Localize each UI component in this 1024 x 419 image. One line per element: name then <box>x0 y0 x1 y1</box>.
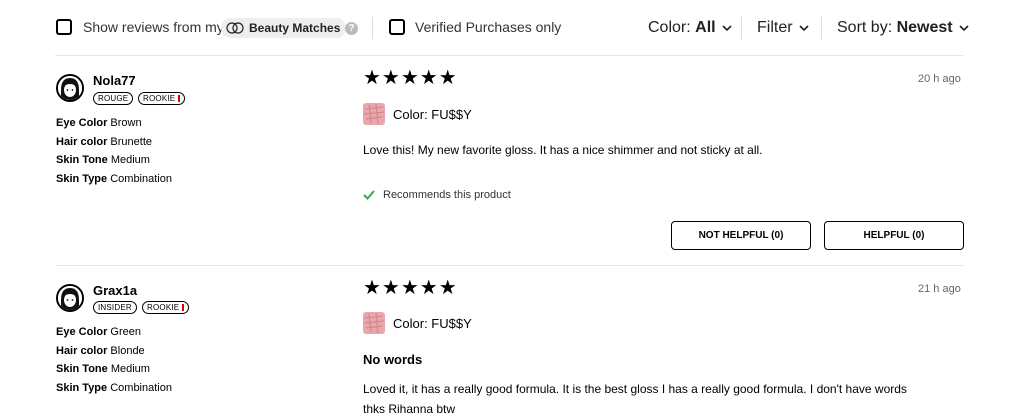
divider <box>821 17 822 39</box>
show-reviews-label: Show reviews from my <box>83 19 224 35</box>
not-helpful-button[interactable]: NOT HELPFUL (0) <box>671 221 811 250</box>
beauty-matches-icon <box>226 22 244 34</box>
color-value: All <box>695 19 716 36</box>
verified-purchases-checkbox[interactable] <box>389 19 405 35</box>
sort-value: Newest <box>896 19 953 36</box>
attribute-skin-tone: Skin Tone Medium <box>56 363 150 375</box>
color-prefix: Color: <box>648 19 691 36</box>
badge-label: ROOKIE <box>143 94 176 103</box>
color-swatch <box>363 103 385 125</box>
help-icon[interactable]: ? <box>345 22 358 35</box>
username[interactable]: Nola77 <box>93 73 136 88</box>
review-text-line-1: Loved it, it has a really good formula. … <box>363 382 907 396</box>
badge-label: INSIDER <box>98 303 132 312</box>
avatar <box>56 74 84 102</box>
attribute-eye-color: Eye Color Green <box>56 326 141 338</box>
sort-dropdown[interactable]: Sort by: Newest <box>837 19 969 37</box>
divider <box>741 17 742 39</box>
badge-rouge: ROUGE <box>93 92 134 105</box>
color-dropdown[interactable]: Color: All <box>648 19 732 37</box>
review-time: 20 h ago <box>918 73 961 85</box>
divider <box>55 265 964 266</box>
divider <box>372 17 373 39</box>
attribute-eye-color: Eye Color Brown <box>56 117 142 129</box>
star-rating: ★★★★★ <box>363 277 458 299</box>
attribute-skin-type: Skin Type Combination <box>56 172 172 185</box>
attribute-skin-type: Skin Type Combination <box>56 381 172 394</box>
badge-rookie: ROOKIE <box>138 92 186 105</box>
chevron-down-icon <box>959 25 969 31</box>
beauty-matches-pill[interactable]: Beauty Matches <box>221 18 347 38</box>
attribute-hair-color: Hair color Brunette <box>56 135 153 148</box>
recommends-text: Recommends this product <box>383 189 511 201</box>
reviewer-attributes: Eye Color Brown Hair color Brunette Skin… <box>56 114 172 188</box>
beauty-matches-label: Beauty Matches <box>249 21 341 35</box>
user-avatar-icon <box>58 76 82 100</box>
chevron-down-icon <box>722 25 732 31</box>
review-color: Color: FU$$Y <box>393 107 472 122</box>
username[interactable]: Grax1a <box>93 283 137 298</box>
attribute-skin-tone: Skin Tone Medium <box>56 154 150 166</box>
verified-purchases-label: Verified Purchases only <box>415 19 562 35</box>
review-time: 21 h ago <box>918 283 961 295</box>
filter-dropdown[interactable]: Filter <box>757 19 809 37</box>
reviewer-attributes: Eye Color Green Hair color Blonde Skin T… <box>56 323 172 397</box>
badge-label: ROUGE <box>98 94 129 103</box>
review-text-line-2: thks Rihanna btw <box>363 402 456 416</box>
badge-label: ROOKIE <box>147 303 180 312</box>
badge-rookie: ROOKIE <box>142 301 190 314</box>
star-rating: ★★★★★ <box>363 67 458 89</box>
swatch-texture <box>363 312 385 334</box>
badge-insider: INSIDER <box>93 301 137 314</box>
review-color: Color: FU$$Y <box>393 316 472 331</box>
color-swatch <box>363 312 385 334</box>
helpful-button[interactable]: HELPFUL (0) <box>824 221 964 250</box>
filter-label: Filter <box>757 19 793 36</box>
review-headline: No words <box>363 352 423 367</box>
user-avatar-icon <box>58 286 82 310</box>
chevron-down-icon <box>798 25 809 31</box>
swatch-texture <box>363 103 385 125</box>
sort-prefix: Sort by: <box>837 19 893 36</box>
avatar <box>56 284 84 312</box>
review-text: Love this! My new favorite gloss. It has… <box>363 143 763 157</box>
check-icon <box>363 190 375 200</box>
attribute-hair-color: Hair color Blonde <box>56 344 145 357</box>
divider <box>55 55 964 56</box>
beauty-matches-checkbox[interactable] <box>56 19 72 35</box>
recommends-row: Recommends this product <box>363 189 511 201</box>
